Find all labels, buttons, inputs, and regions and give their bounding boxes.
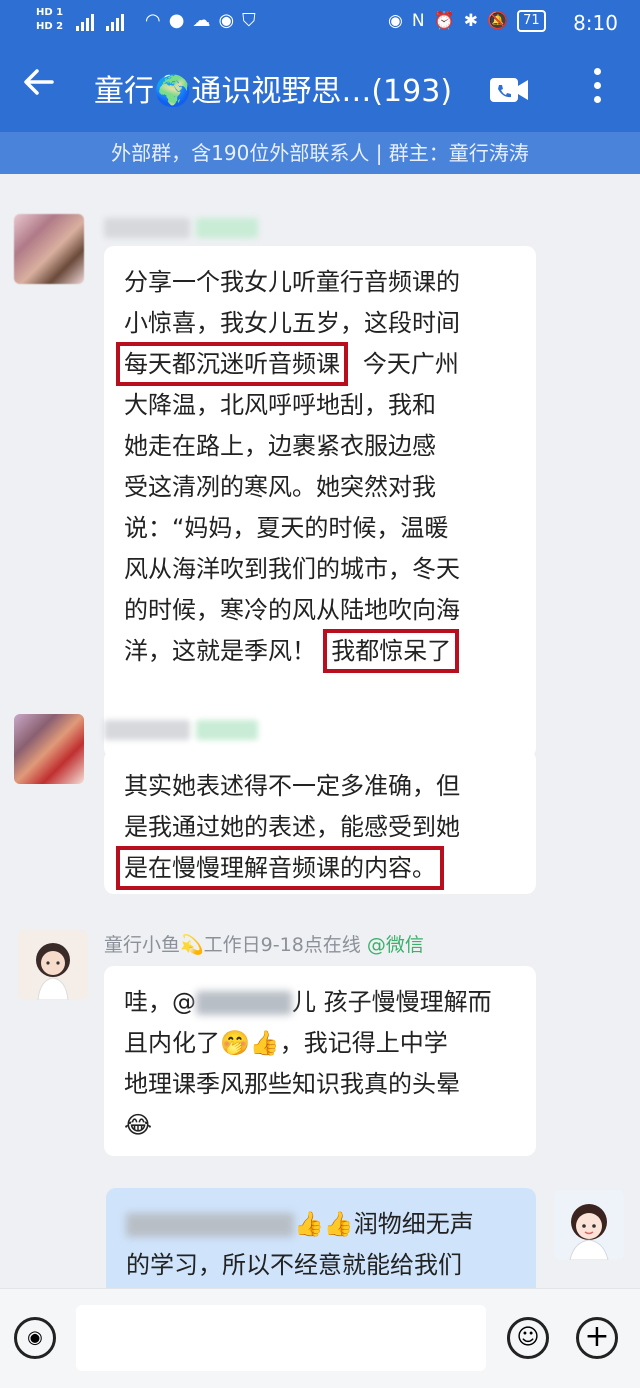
status-bar: HD 1 HD 2 ◠ ● ☁ ◉ ⛉ ◉ N ⏰ ✱ 🔕 71 8:10 (0, 0, 640, 46)
message-bubble[interactable]: 其实她表述得不一定多准确，但 是我通过她的表述，能感受到她 是在慢慢理解音频课的… (104, 750, 536, 894)
more-vertical-icon[interactable] (590, 68, 604, 108)
sender-name (104, 214, 259, 240)
message-input[interactable] (76, 1305, 486, 1371)
message-list[interactable]: — — — 分享一个我女儿听童行音频课的 小惊喜，我女儿五岁，这段时间 每天都沉… (0, 174, 640, 1288)
sender-name (104, 716, 259, 742)
source-tag: @微信 (366, 934, 424, 956)
message-line: 的时候，寒冷的风从陆地吹向海 (124, 596, 460, 624)
message-line: 她走在路上，边裹紧衣服边感 (124, 432, 436, 460)
bluetooth-icon: ✱ (463, 11, 478, 31)
eye-icon: ◉ (388, 11, 403, 31)
sim1-label: HD 1 (36, 7, 64, 18)
highlight-box: 每天都沉迷听音频课 (116, 342, 348, 386)
input-bar: ◉ ☺ + (0, 1288, 640, 1388)
voice-input-icon[interactable]: ◉ (14, 1317, 56, 1359)
wifi-icon: ◠ (145, 10, 161, 31)
avatar[interactable] (18, 930, 88, 1000)
system-icons: ◉ N ⏰ ✱ 🔕 71 (388, 10, 546, 32)
cloud-icon: ☁ (192, 10, 211, 31)
message-line: 每天都沉迷听音频课 今天广州 (116, 342, 516, 386)
sim-indicators: HD 1 HD 2 (36, 6, 63, 34)
blurred-source-tag (196, 217, 259, 238)
message-line: 说：“妈妈，夏天的时候，温暖 (124, 514, 449, 542)
message-bubble[interactable]: 哇，@ 儿 孩子慢慢理解而 且内化了🤭👍，我记得上中学 地理课季风那些知识我真的头… (104, 966, 536, 1156)
blurred-sender-name (104, 719, 190, 740)
message-line: 分享一个我女儿听童行音频课的 (124, 268, 460, 296)
message-line-part: 今天广州 (362, 350, 459, 378)
message-line: 其实她表述得不一定多准确，但 (124, 772, 460, 800)
timestamp-divider: — — — (270, 174, 370, 180)
signal-icon (76, 14, 124, 31)
emoji-icon[interactable]: ☺ (507, 1317, 549, 1359)
message-line: 大降温，北风呼呼地刮，我和 (124, 391, 436, 419)
mute-icon: 🔕 (486, 11, 509, 31)
message-line: 小惊喜，我女儿五岁，这段时间 (124, 309, 460, 337)
message-line-part: 👍👍润物细无声 (294, 1210, 474, 1238)
sender-name-text: 童行小鱼💫工作日9-18点在线 (104, 934, 361, 956)
message-line: 风从海洋吹到我们的城市，冬天 (124, 555, 460, 583)
chat-title[interactable]: 童行🌍通识视野思…(193) (94, 72, 452, 112)
alarm-icon: ⏰ (433, 11, 455, 31)
message-line: 👍👍润物细无声 (126, 1204, 516, 1245)
avatar[interactable] (14, 214, 84, 284)
sim2-label: HD 2 (36, 21, 64, 32)
group-info-bar[interactable]: 外部群，含190位外部联系人 | 群主：童行涛涛 (0, 132, 640, 174)
message-line-part: 儿 孩子慢慢理解而 (292, 988, 492, 1016)
message-line: 洋，这就是季风！ 我都惊呆了 (124, 629, 516, 673)
battery-icon: 71 (517, 10, 546, 32)
arrow-left-icon[interactable] (22, 64, 56, 108)
chat-header: 童行🌍通识视野思…(193) (0, 46, 640, 132)
message-line: 地理课季风那些知识我真的头晕 (124, 1070, 460, 1098)
clock: 8:10 (573, 11, 618, 35)
message-bubble[interactable]: 分享一个我女儿听童行音频课的 小惊喜，我女儿五岁，这段时间 每天都沉迷听音频课 … (104, 246, 536, 758)
blurred-text (126, 1213, 294, 1237)
message-line: 是我通过她的表述，能感受到她 (124, 813, 460, 841)
message-line: 的学习，所以不经意就能给我们 (126, 1251, 462, 1279)
sender-name: 童行小鱼💫工作日9-18点在线 @微信 (104, 932, 424, 958)
mention[interactable]: 哇，@ (124, 988, 196, 1016)
highlight-box: 我都惊呆了 (323, 629, 460, 673)
blurred-mention-name (196, 991, 292, 1015)
notification-icons: ◠ ● ☁ ◉ ⛉ (145, 10, 256, 31)
avatar[interactable] (14, 714, 84, 784)
message-line: 且内化了🤭👍，我记得上中学 (124, 1029, 448, 1057)
message-line: 哇，@ 儿 孩子慢慢理解而 (124, 982, 516, 1023)
nfc-icon: N (411, 11, 425, 31)
message-bubble-mine[interactable]: 👍👍润物细无声 的学习，所以不经意就能给我们 (106, 1188, 536, 1288)
highlight-box: 是在慢慢理解音频课的内容。 (116, 846, 444, 890)
message-line-part: 洋，这就是季风！ (124, 637, 316, 665)
plus-icon[interactable]: + (576, 1317, 618, 1359)
blurred-source-tag (196, 719, 259, 740)
message-line: 是在慢慢理解音频课的内容。 (116, 846, 516, 890)
message-line: 😂 (124, 1111, 153, 1139)
video-call-icon[interactable] (489, 76, 529, 104)
wechat-icon: ● (168, 10, 185, 31)
blurred-sender-name (104, 217, 190, 238)
browser-icon: ◉ (218, 10, 235, 31)
avatar[interactable] (554, 1190, 624, 1260)
shield-icon: ⛉ (242, 10, 256, 31)
message-line: 受这清冽的寒风。她突然对我 (124, 473, 436, 501)
